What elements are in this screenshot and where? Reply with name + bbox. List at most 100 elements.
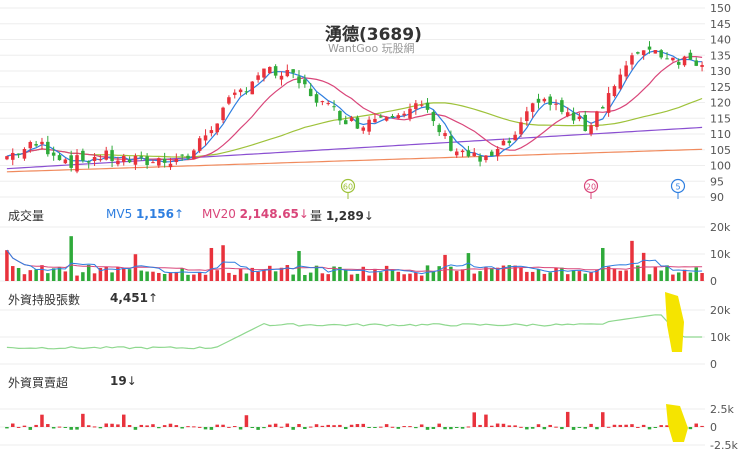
netbuy-bar [145,425,149,427]
candle-body [636,52,640,54]
volume-bar [472,273,477,281]
netbuy-bar [443,427,447,430]
candle-body [676,61,681,65]
volume-bar [460,269,465,281]
netbuy-bar [86,425,91,427]
volume-bar [192,274,196,281]
candle-body [104,150,108,160]
volume-bar [303,274,307,281]
netbuy-bar [69,427,73,430]
netbuy-bar [548,424,552,427]
candle-body [571,112,576,121]
volume-bar [40,265,44,281]
candle-body [425,102,430,110]
volume-bar [525,271,529,281]
price-tick-label: 130 [710,65,731,78]
candle-body [653,50,658,54]
candle-body [542,98,547,102]
candle-body [630,55,634,65]
volume-bar [11,266,15,281]
netbuy-bar [624,424,628,427]
netbuy-bar [554,426,558,428]
netbuy-bar [501,423,506,427]
volume-bar [157,272,161,281]
netbuy-bar [379,426,383,428]
candle-body [478,156,482,162]
candle-body [16,153,21,155]
netbuy-bar [303,427,307,429]
volume-bar [425,265,430,281]
mv5-arrow: ↑ [174,207,185,221]
holdings-legend: 4,451↑ [110,291,158,305]
netbuy-bar [326,424,330,427]
netbuy-tick-label: 0 [710,421,717,434]
candle-body [472,152,477,157]
candle-body [396,115,401,119]
volume-bar [355,273,360,281]
netbuy-bar [688,427,693,430]
stock-chart[interactable]: 150 145 140 135 130 125 120 115 110 105 100 95 90 60 2… [0,0,740,457]
candle-body [536,98,541,103]
candle-body [525,111,529,122]
netbuy-bar [98,427,103,429]
netbuy-bar [297,424,301,427]
netbuy-bar [57,426,62,428]
candle-body [63,159,68,164]
netbuy-bar [612,424,617,427]
netbuy-bar [168,423,173,427]
netbuy-legend: 19↓ [110,374,137,388]
volume-bar [203,274,208,281]
candle-body [349,117,354,121]
candle-body [314,94,319,103]
candle-body [647,46,652,50]
holdings-highlight [665,292,684,352]
volume-bar [454,271,459,281]
candle-body [303,79,307,85]
volume-bar [256,271,260,281]
netbuy-bar [209,427,214,430]
volume-bar [419,275,424,281]
netbuy-bar [16,426,21,428]
netbuy-bar [630,424,634,427]
candle-body [460,150,465,153]
netbuy-bar [601,412,605,427]
netbuy-bar [262,427,266,429]
candle-body [268,66,272,74]
volume-bar [139,270,144,281]
candle-body [238,89,243,93]
netbuy-bar [273,423,278,427]
volume-bar [34,269,38,281]
candle-body [519,122,523,135]
candle-body [133,155,138,165]
netbuy-bar [256,427,260,430]
volume-bar [490,268,494,281]
candle-body [612,86,617,97]
volume-bar [197,272,202,281]
netbuy-bar [122,414,126,427]
candle-body [449,136,453,151]
ma-period-marker-label: 20 [586,183,596,192]
netbuy-bar [565,411,570,427]
ma-period-marker-label: 5 [675,183,680,192]
volume-bar [232,274,237,281]
holdings-line [6,314,703,350]
volume-bar [554,267,558,281]
volume-bar [612,268,617,281]
netbuy-bar [338,424,342,427]
candle-body [127,159,132,163]
candle-body [57,155,62,161]
volume-bar [437,266,441,281]
volume-bar [688,272,693,281]
candle-body [145,156,149,165]
holdings-panel-label: 外資持股張數 [8,293,81,307]
candle-body [256,75,260,80]
candle-body [589,125,593,134]
candle-body [437,125,441,133]
candle-body [203,135,208,141]
candle-body [384,117,389,121]
candle-body [273,66,278,76]
netbuy-bar [437,423,441,427]
volume-bar [174,271,179,281]
volume-bar [215,270,219,281]
volume-tick-label: 20k [710,221,731,234]
